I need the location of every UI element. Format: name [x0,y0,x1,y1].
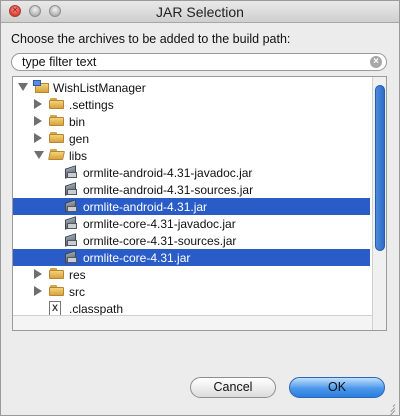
disclosure-collapsed-icon[interactable] [34,116,42,126]
tree-row[interactable]: ormlite-core-4.31.jar [13,249,370,266]
folder-icon [49,268,64,279]
tree-row-label: src [69,285,85,299]
title-bar: × JAR Selection [1,1,399,23]
tree-row[interactable]: WishListManager [13,79,370,96]
tree-row[interactable]: libs [13,147,370,164]
folder-icon [49,132,64,143]
jar-file-icon [63,199,78,214]
tree-row-label: .settings [69,98,114,112]
tree-row[interactable]: bin [13,113,370,130]
folder-icon [49,285,64,296]
tree-row-label: ormlite-android-4.31.jar [83,200,208,214]
tree-row-label: bin [69,115,86,129]
disclosure-collapsed-icon[interactable] [34,99,42,109]
filter-input[interactable]: type filter text × [11,53,387,71]
disclosure-expanded-icon[interactable] [18,83,28,91]
window-title: JAR Selection [156,4,244,20]
jar-file-icon [63,216,78,231]
tree-row[interactable]: ormlite-android-4.31-sources.jar [13,181,370,198]
jar-file-icon [63,233,78,248]
filter-input-text[interactable]: type filter text [22,55,96,69]
tree-row[interactable]: ormlite-core-4.31-javadoc.jar [13,215,370,232]
ok-button[interactable]: OK [289,377,385,398]
tree-row[interactable]: gen [13,130,370,147]
open-folder-icon [48,149,65,160]
cancel-button[interactable]: Cancel [190,377,276,398]
tree-row[interactable]: ormlite-android-4.31-javadoc.jar [13,164,370,181]
tree-row-label: libs [69,149,88,163]
tree-row[interactable]: ormlite-core-4.31-sources.jar [13,232,370,249]
tree-row[interactable]: ormlite-android-4.31.jar [13,198,370,215]
tree-row-label: gen [69,132,90,146]
tree-row-label: ormlite-core-4.31-sources.jar [83,234,237,248]
vertical-scrollbar-thumb[interactable] [375,85,385,251]
disclosure-collapsed-icon[interactable] [34,269,42,279]
xml-file-icon: X [49,301,61,316]
folder-icon [49,98,64,109]
tree-row[interactable]: res [13,266,370,283]
jar-file-icon [63,182,78,197]
resize-grip-icon[interactable] [385,401,396,415]
tree-row-label: WishListManager [53,81,146,95]
tree-row-label: .classpath [69,302,124,316]
jar-selection-dialog: × JAR Selection Choose the archives to b… [0,0,400,416]
tree-row-label: ormlite-core-4.31-javadoc.jar [83,217,236,231]
disclosure-expanded-icon[interactable] [34,151,44,159]
jar-file-icon [63,250,78,265]
horizontal-scrollbar[interactable] [13,315,372,330]
disclosure-collapsed-icon[interactable] [34,133,42,143]
archive-tree[interactable]: WishListManager .settings bin gen libs ormlit… [12,76,387,331]
tree-row-label: res [69,268,86,282]
tree-row[interactable]: .settings [13,96,370,113]
vertical-scrollbar[interactable] [372,77,386,330]
project-icon [33,80,51,95]
tree-row-label: ormlite-core-4.31.jar [83,251,191,265]
disclosure-collapsed-icon[interactable] [34,286,42,296]
folder-icon [49,115,64,126]
tree-row-label: ormlite-android-4.31-javadoc.jar [83,166,253,180]
tree-row[interactable]: src [13,283,370,300]
clear-filter-icon[interactable]: × [370,56,382,68]
instruction-text: Choose the archives to be added to the b… [11,32,291,46]
jar-file-icon [63,165,78,180]
tree-row-label: ormlite-android-4.31-sources.jar [83,183,254,197]
